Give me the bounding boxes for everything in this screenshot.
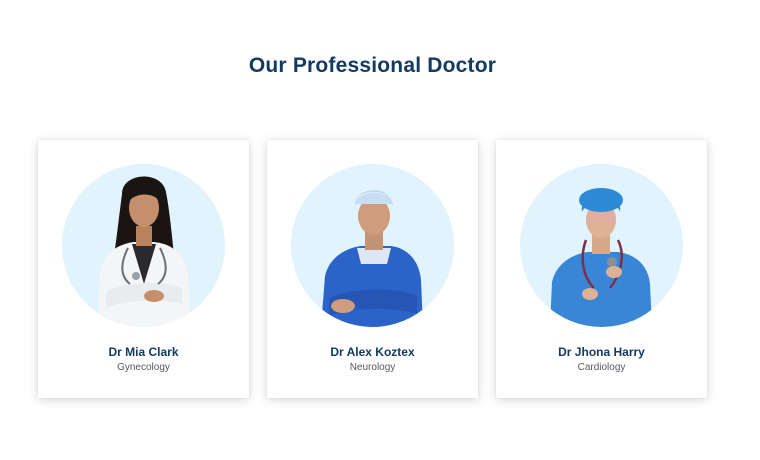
doctor-portrait-woman-icon (62, 164, 225, 327)
doctor-portrait-woman-surgeon-icon (520, 164, 683, 327)
doctor-specialty: Neurology (349, 362, 396, 373)
doctor-specialty: Cardiology (577, 362, 626, 373)
doctor-name[interactable]: Dr Jhona Harry (496, 345, 707, 359)
doctor-name[interactable]: Dr Mia Clark (38, 345, 249, 359)
doctor-portrait-man-icon (291, 164, 454, 327)
doctor-card[interactable]: Dr Alex Koztex Neurology (267, 140, 478, 398)
doctor-specialty: Gynecology (117, 362, 170, 373)
section-title: Our Professional Doctor (248, 54, 497, 77)
doctor-card[interactable]: Dr Jhona Harry Cardiology (496, 140, 707, 398)
doctor-photo (62, 164, 225, 327)
doctor-name[interactable]: Dr Alex Koztex (267, 345, 478, 359)
doctor-card[interactable]: Dr Mia Clark Gynecology (38, 140, 249, 398)
doctor-photo (291, 164, 454, 327)
doctor-photo (520, 164, 683, 327)
